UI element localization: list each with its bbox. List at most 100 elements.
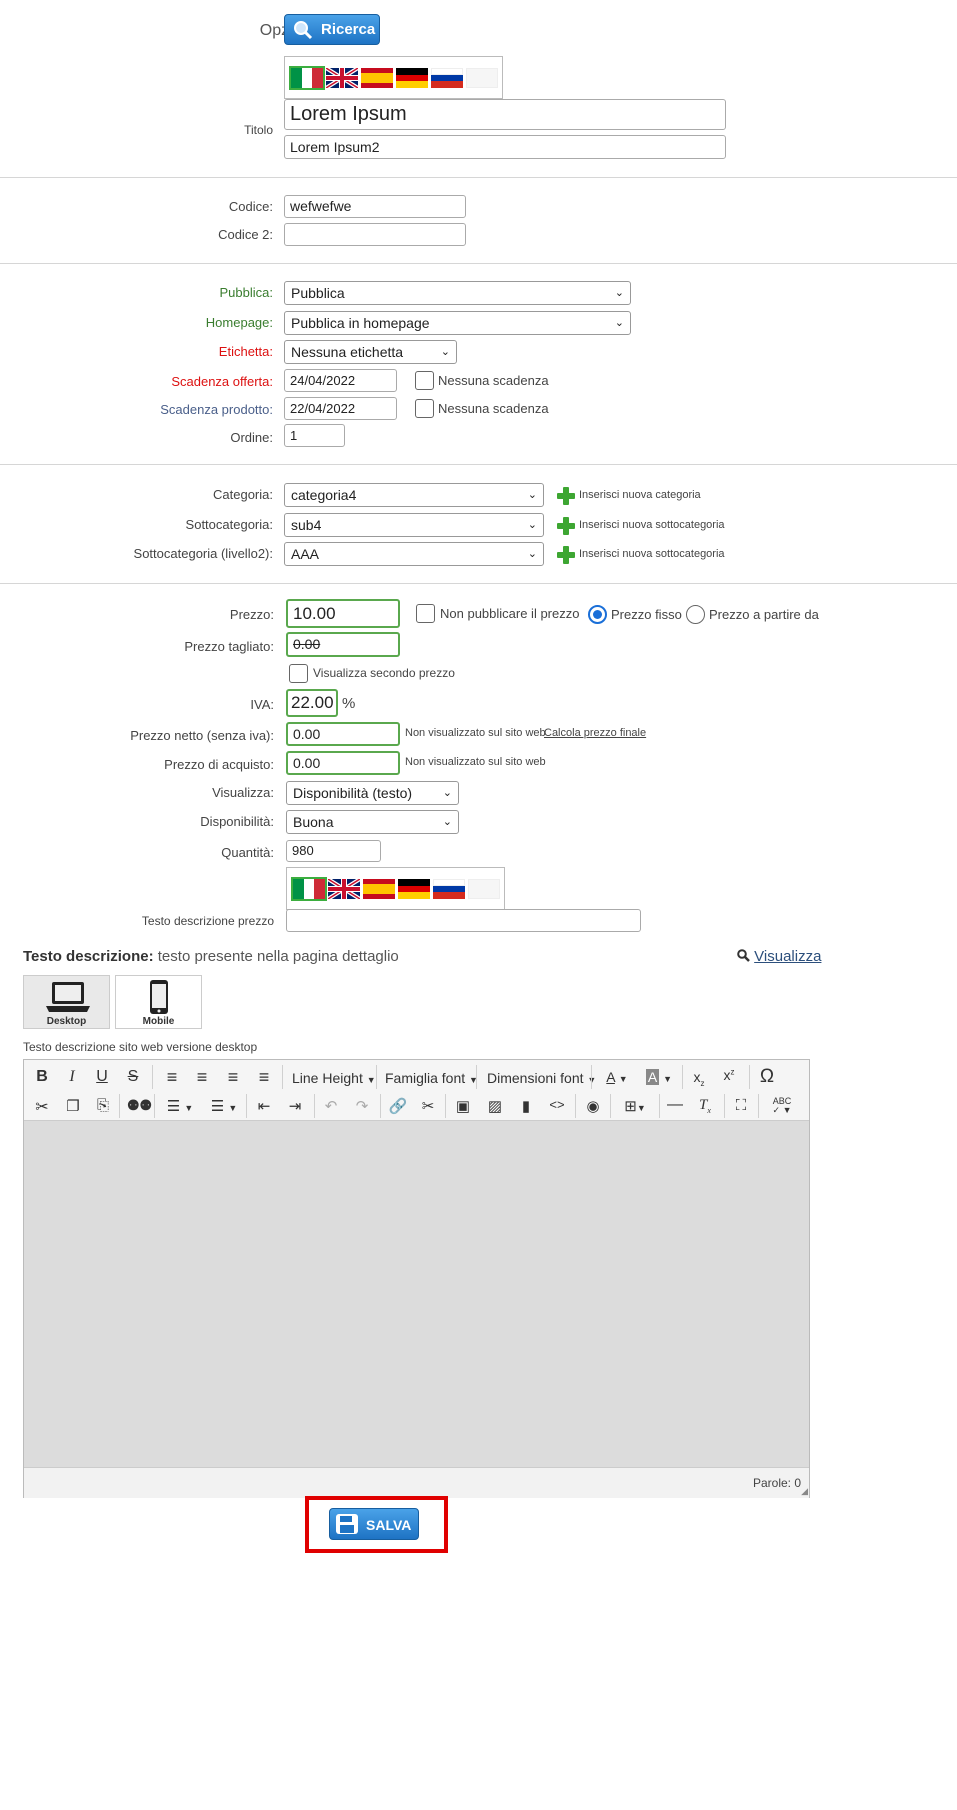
- special-character-icon[interactable]: Ω: [755, 1066, 779, 1088]
- flag-empty-icon[interactable]: [468, 879, 500, 899]
- flag-germany-icon[interactable]: [396, 68, 428, 88]
- numbered-list-icon[interactable]: ☰ ▼: [206, 1097, 242, 1115]
- product-no-expiry-checkbox[interactable]: [415, 399, 434, 418]
- italic-button[interactable]: I: [62, 1068, 82, 1086]
- horizontal-rule-icon[interactable]: —: [664, 1096, 686, 1114]
- product-expiry-input[interactable]: 22/04/2022: [284, 397, 397, 420]
- vat-input[interactable]: 22.00: [286, 689, 338, 717]
- bold-button[interactable]: B: [32, 1068, 52, 1086]
- offer-expiry-input[interactable]: 24/04/2022 00:00: [284, 369, 397, 409]
- flag-empty-icon[interactable]: [466, 68, 498, 88]
- align-left-icon[interactable]: ≡: [161, 1067, 183, 1088]
- line-height-dropdown[interactable]: Line Height ▼: [292, 1070, 376, 1086]
- indent-icon[interactable]: ⇥: [284, 1097, 306, 1115]
- publish-select[interactable]: Pubblica ⌄: [284, 281, 631, 305]
- net-price-input[interactable]: 0.00: [286, 722, 400, 746]
- save-button[interactable]: SALVA: [329, 1508, 419, 1540]
- undo-icon[interactable]: ↶: [320, 1097, 342, 1115]
- outdent-icon[interactable]: ⇤: [253, 1097, 275, 1115]
- chevron-down-icon: ⌄: [614, 317, 624, 329]
- offer-no-expiry-checkbox[interactable]: [415, 371, 434, 390]
- category-select[interactable]: categoria4 ⌄: [284, 483, 544, 507]
- copy-icon[interactable]: ❐: [62, 1097, 84, 1115]
- flag-spain-icon[interactable]: [361, 68, 393, 88]
- flag-russia-icon[interactable]: [431, 68, 463, 88]
- mobile-tab[interactable]: Mobile: [115, 975, 202, 1029]
- tag-select[interactable]: Nessuna etichetta ⌄: [284, 340, 457, 364]
- quantity-input[interactable]: 980: [286, 840, 381, 862]
- flag-russia-icon[interactable]: [433, 879, 465, 899]
- search-button[interactable]: Ricerca: [284, 14, 380, 45]
- add-subcategory2-icon[interactable]: [556, 545, 576, 565]
- homepage-select[interactable]: Pubblica in homepage ⌄: [284, 311, 631, 335]
- font-family-dropdown[interactable]: Famiglia font ▼: [385, 1070, 478, 1086]
- unlink-icon[interactable]: ✂: [417, 1097, 439, 1115]
- flag-germany-icon[interactable]: [398, 879, 430, 899]
- underline-button[interactable]: U: [92, 1068, 112, 1086]
- code-input[interactable]: wefwefwe: [284, 195, 466, 218]
- align-center-icon[interactable]: ≡: [191, 1067, 213, 1088]
- mobile-tab-label: Mobile: [142, 1016, 175, 1027]
- resize-handle-icon[interactable]: ◢: [801, 1486, 808, 1497]
- find-binoculars-icon[interactable]: ⚉⚉: [127, 1097, 152, 1114]
- cut-price-input[interactable]: 0.00: [286, 632, 400, 657]
- fixed-price-radio[interactable]: [588, 605, 607, 624]
- subcategory2-select[interactable]: AAA ⌄: [284, 542, 544, 566]
- flag-italy-icon[interactable]: [291, 877, 327, 901]
- preview-link[interactable]: Visualizza: [737, 948, 821, 965]
- flag-uk-icon[interactable]: [326, 68, 358, 88]
- line-height-label: Line Height: [292, 1070, 363, 1086]
- font-size-dropdown[interactable]: Dimensioni font ▼: [487, 1070, 596, 1086]
- image-icon[interactable]: ▨: [484, 1097, 506, 1115]
- add-category-icon[interactable]: [556, 486, 576, 506]
- calc-final-price-link[interactable]: Calcola prezzo finale: [544, 727, 646, 739]
- floppy-disk-icon: [336, 1514, 358, 1534]
- product-expiry-label: Scadenza prodotto:: [160, 402, 273, 417]
- price-desc-input[interactable]: [286, 909, 641, 932]
- display-select[interactable]: Disponibilità (testo) ⌄: [286, 781, 459, 805]
- flag-italy-icon[interactable]: [289, 66, 325, 90]
- redo-icon[interactable]: ↷: [351, 1097, 373, 1115]
- purchase-price-input[interactable]: 0.00: [286, 751, 400, 775]
- no-publish-price-checkbox[interactable]: [416, 604, 435, 623]
- code-view-icon[interactable]: <>: [546, 1097, 568, 1112]
- code2-input[interactable]: [284, 223, 466, 246]
- availability-select[interactable]: Buona ⌄: [286, 810, 459, 834]
- title-input[interactable]: Lorem Ipsum: [284, 99, 726, 130]
- background-color-icon[interactable]: A ▼: [641, 1069, 677, 1085]
- table-icon[interactable]: ⊞▼: [618, 1097, 652, 1115]
- preview-eye-icon[interactable]: ◉: [582, 1097, 604, 1115]
- spellcheck-icon[interactable]: ABC ✓ ▼: [764, 1097, 800, 1115]
- desktop-tab[interactable]: Desktop: [23, 975, 110, 1029]
- superscript-icon[interactable]: xz: [718, 1067, 740, 1083]
- add-subcategory2-link[interactable]: Inserisci nuova sottocategoria: [579, 548, 725, 560]
- strikethrough-button[interactable]: S: [123, 1068, 143, 1086]
- price-input[interactable]: 10.00: [286, 599, 400, 628]
- paste-icon[interactable]: ⎘: [92, 1097, 114, 1114]
- title2-input[interactable]: Lorem Ipsum2: [284, 135, 726, 159]
- flag-spain-icon[interactable]: [363, 879, 395, 899]
- add-subcategory-link[interactable]: Inserisci nuova sottocategoria: [579, 519, 725, 531]
- add-category-link[interactable]: Inserisci nuova categoria: [579, 489, 701, 501]
- chevron-down-icon: ⌄: [527, 489, 537, 501]
- align-right-icon[interactable]: ≡: [222, 1067, 244, 1088]
- subcategory-select[interactable]: sub4 ⌄: [284, 513, 544, 537]
- cut-icon[interactable]: ✂: [31, 1097, 53, 1117]
- fullscreen-icon[interactable]: ⛶: [730, 1097, 752, 1114]
- smartphone-icon: [150, 980, 168, 1014]
- text-color-icon[interactable]: A ▼: [599, 1069, 635, 1085]
- add-subcategory-icon[interactable]: [556, 516, 576, 536]
- link-icon[interactable]: 🔗: [387, 1097, 409, 1115]
- flag-uk-icon[interactable]: [328, 879, 360, 899]
- editor-content-area[interactable]: [24, 1120, 809, 1468]
- cut-price-label: Prezzo tagliato:: [184, 639, 274, 654]
- subscript-icon[interactable]: xz: [688, 1069, 710, 1088]
- clear-format-icon[interactable]: Tx: [694, 1097, 716, 1115]
- align-justify-icon[interactable]: ≡: [253, 1067, 275, 1088]
- show-second-price-checkbox[interactable]: [289, 664, 308, 683]
- order-input[interactable]: 1: [284, 424, 345, 447]
- from-price-radio[interactable]: [686, 605, 705, 624]
- video-icon[interactable]: ▮: [515, 1097, 537, 1115]
- media-browser-icon[interactable]: ▣: [452, 1097, 474, 1115]
- bullet-list-icon[interactable]: ☰ ▼: [162, 1097, 198, 1115]
